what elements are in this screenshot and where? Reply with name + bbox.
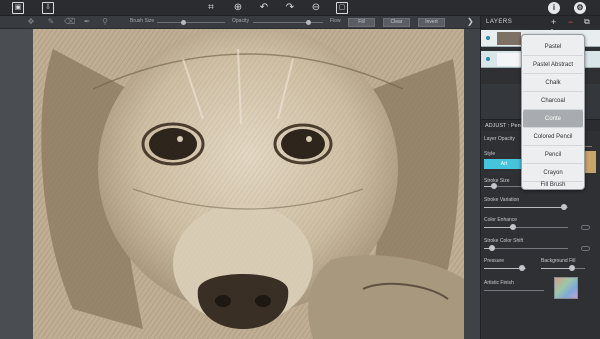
- invert-button[interactable]: Invert: [418, 18, 445, 27]
- background-fill-label: Background Fill: [541, 258, 576, 264]
- top-toolbar: ▣ ⇩ ⌗ ⊕ ↶ ↷ ⊖ ▢ i ⚙: [0, 0, 600, 16]
- background-fill-slider[interactable]: [541, 265, 585, 271]
- move-tool-icon[interactable]: ✥: [26, 17, 36, 27]
- layer-type-menu: Pastel Pastel Abstract Chalk Charcoal Co…: [521, 34, 585, 190]
- layer-visibility-icon[interactable]: [486, 57, 490, 61]
- zoom-in-icon[interactable]: ⊕: [232, 2, 244, 14]
- menu-item-charcoal[interactable]: Charcoal: [523, 92, 583, 110]
- pressure-knob[interactable]: [518, 265, 525, 271]
- artistic-finish-label: Artistic Finish: [484, 280, 514, 286]
- collapse-panel-icon[interactable]: ❯: [467, 17, 474, 26]
- eraser-tool-icon[interactable]: ⌫: [64, 17, 75, 27]
- tool-options-bar: ✥ ✎ ⌫ ✒ ⚲ Brush Size Opacity Flow Fill C…: [0, 16, 480, 29]
- color-enhance-toggle[interactable]: [581, 225, 590, 230]
- color-enhance-label: Color Enhance: [484, 217, 518, 223]
- pressure-slider[interactable]: [484, 265, 526, 271]
- stroke-variation-knob[interactable]: [560, 204, 567, 210]
- image-canvas[interactable]: [33, 29, 464, 339]
- menu-item-fill-brush[interactable]: Fill Brush: [523, 182, 583, 189]
- opacity-label: Opacity: [232, 18, 249, 24]
- pen-tool-icon[interactable]: ✒: [82, 17, 92, 27]
- fit-screen-icon[interactable]: ▢: [336, 2, 348, 14]
- remove-layer-icon[interactable]: −: [568, 17, 573, 27]
- dog-sketch-image: [33, 29, 464, 339]
- app-window: ▣ ⇩ ⌗ ⊕ ↶ ↷ ⊖ ▢ i ⚙ ✥ ✎ ⌫ ✒ ⚲ Brush Size…: [0, 0, 600, 339]
- clear-button[interactable]: Clear: [383, 18, 410, 27]
- menu-item-colored-pencil[interactable]: Colored Pencil: [523, 128, 583, 146]
- crop-icon[interactable]: ⌗: [205, 2, 217, 14]
- layer-visibility-icon[interactable]: [486, 36, 490, 40]
- stroke-size-label: Stroke Size: [484, 178, 510, 184]
- background-fill-knob[interactable]: [568, 265, 575, 271]
- layers-header: LAYERS + − ⧉: [481, 16, 600, 29]
- stroke-variation-slider[interactable]: [484, 204, 568, 210]
- duplicate-layer-icon[interactable]: ⧉: [584, 17, 590, 27]
- fill-button[interactable]: Fill: [348, 18, 375, 27]
- adjust-title: ADJUST : Penc: [485, 123, 524, 129]
- opacity-knob[interactable]: [306, 20, 311, 25]
- info-icon[interactable]: i: [548, 2, 560, 14]
- artistic-finish-swatch[interactable]: [554, 277, 578, 299]
- style-label: Style: [484, 151, 496, 157]
- zoom-out-icon[interactable]: ⊖: [310, 2, 322, 14]
- menu-item-pastel[interactable]: Pastel: [523, 38, 583, 56]
- menu-item-pastel-abstract[interactable]: Pastel Abstract: [523, 56, 583, 74]
- brush-size-label: Brush Size: [130, 18, 155, 24]
- stroke-color-shift-toggle[interactable]: [581, 246, 590, 251]
- menu-item-pencil[interactable]: Pencil: [523, 146, 583, 164]
- layer-thumbnail: [497, 32, 521, 45]
- canvas-gutter: [464, 29, 480, 339]
- layer-opacity-label: Layer Opacity: [484, 136, 515, 142]
- export-icon[interactable]: ⇩: [42, 2, 54, 14]
- flow-label: Flow: [330, 18, 341, 24]
- color-enhance-slider[interactable]: [484, 224, 568, 230]
- menu-item-conte[interactable]: Conte: [523, 110, 583, 128]
- artistic-finish-slider[interactable]: [484, 290, 544, 291]
- opacity-slider[interactable]: [253, 20, 323, 25]
- left-rail: [0, 29, 33, 339]
- image-icon[interactable]: ▣: [12, 2, 24, 14]
- menu-item-crayon[interactable]: Crayon: [523, 164, 583, 182]
- layer-thumbnail: [497, 53, 521, 66]
- settings-gear-icon[interactable]: ⚙: [574, 2, 586, 14]
- stroke-variation-label: Stroke Variation: [484, 197, 520, 203]
- redo-icon[interactable]: ↷: [284, 2, 296, 14]
- undo-icon[interactable]: ↶: [258, 2, 270, 14]
- dropper-tool-icon[interactable]: ⚲: [100, 17, 110, 27]
- pressure-label: Pressure: [484, 258, 505, 264]
- brush-size-knob[interactable]: [181, 20, 187, 25]
- stroke-color-shift-label: Stroke Color Shift: [484, 238, 524, 244]
- brush-tool-icon[interactable]: ✎: [46, 17, 56, 27]
- menu-item-chalk[interactable]: Chalk: [523, 74, 583, 92]
- stroke-color-shift-slider[interactable]: [484, 245, 568, 251]
- layers-title: LAYERS: [486, 19, 513, 25]
- style-color-swatch[interactable]: [584, 151, 596, 173]
- style-art-button[interactable]: Art: [484, 159, 524, 169]
- brush-size-slider[interactable]: [157, 20, 225, 25]
- add-layer-icon[interactable]: +: [551, 17, 556, 27]
